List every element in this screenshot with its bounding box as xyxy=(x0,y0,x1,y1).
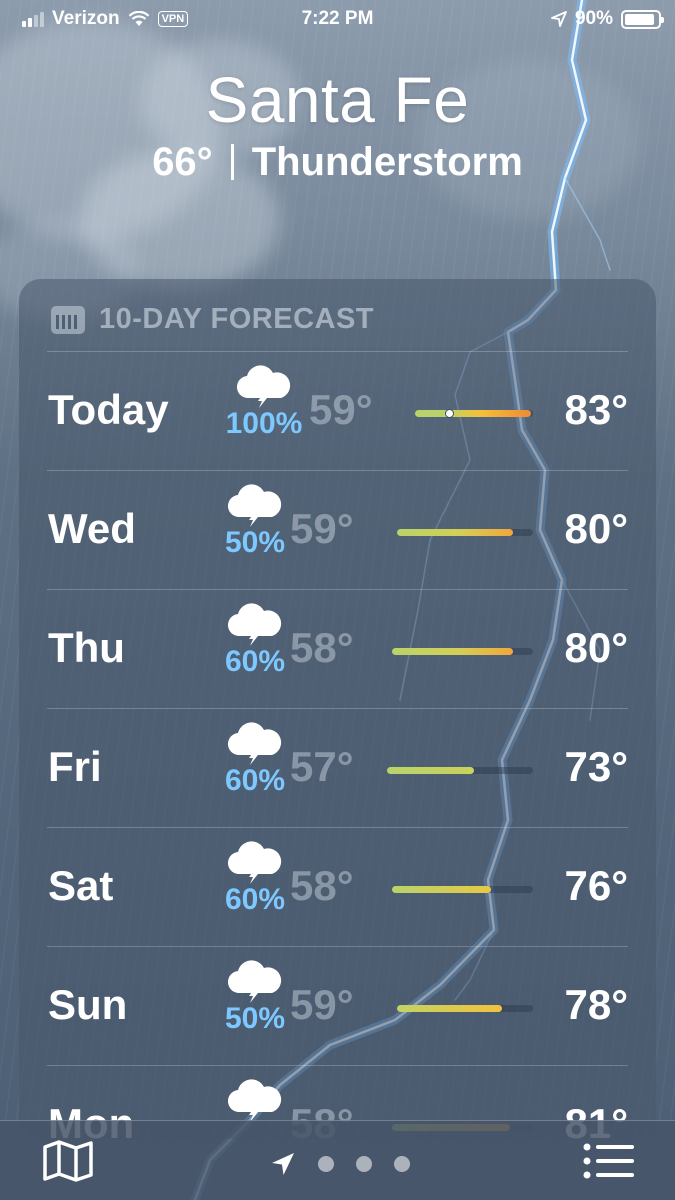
cloud-bolt-icon xyxy=(227,484,282,527)
day-label: Thu xyxy=(48,624,125,671)
cloud-bolt-icon xyxy=(227,722,282,765)
current-conditions: 66° Thunderstorm xyxy=(0,138,675,186)
temp-range-fill xyxy=(392,648,513,655)
forecast-row[interactable]: Thu 60% 58° 80° xyxy=(47,589,628,708)
separator xyxy=(230,144,234,180)
page-dot[interactable] xyxy=(356,1156,372,1172)
low-temp: 59° xyxy=(290,505,354,552)
low-temp: 58° xyxy=(290,624,354,671)
temp-range-bar xyxy=(397,529,533,536)
calendar-icon xyxy=(51,305,85,334)
location-arrow-icon[interactable] xyxy=(270,1151,296,1177)
day-label: Sat xyxy=(48,862,114,909)
current-condition: Thunderstorm xyxy=(251,140,523,184)
high-temp: 83° xyxy=(564,386,628,433)
bottom-toolbar xyxy=(0,1120,675,1200)
page-dot[interactable] xyxy=(318,1156,334,1172)
day-label: Fri xyxy=(48,743,102,790)
cloud-bolt-icon xyxy=(227,841,282,884)
status-bar: Verizon VPN 7:22 PM 90% xyxy=(0,0,675,40)
cloud-bolt-icon xyxy=(227,603,282,646)
day-label: Today xyxy=(48,386,169,433)
high-temp: 80° xyxy=(564,505,628,552)
city-name: Santa Fe xyxy=(205,64,470,136)
page-dot[interactable] xyxy=(394,1156,410,1172)
forecast-row[interactable]: Sat 60% 58° 76° xyxy=(47,827,628,946)
low-temp: 58° xyxy=(290,862,354,909)
current-temp-dot xyxy=(445,409,454,418)
temp-range-bar xyxy=(392,886,533,893)
forecast-title: 10-DAY FORECAST xyxy=(99,303,375,335)
day-label: Sun xyxy=(48,981,128,1028)
low-temp: 57° xyxy=(290,743,354,790)
temp-range-bar xyxy=(392,648,533,655)
low-temp: 59° xyxy=(290,981,354,1028)
cloud-bolt-icon xyxy=(236,365,291,408)
page-indicator[interactable] xyxy=(270,1151,410,1177)
weather-cell: 100% xyxy=(214,364,314,440)
temp-range-bar xyxy=(397,1005,533,1012)
temp-range-fill xyxy=(392,886,491,893)
high-temp: 76° xyxy=(564,862,628,909)
forecast-row[interactable]: Fri 60% 57° 73° xyxy=(47,708,628,827)
location-header: Santa Fe 66° Thunderstorm xyxy=(0,62,675,186)
temp-range-fill xyxy=(397,529,513,536)
forecast-row[interactable]: Wed 50% 59° 80° xyxy=(47,470,628,589)
high-temp: 73° xyxy=(564,743,628,790)
temp-range-fill xyxy=(387,767,474,774)
battery-icon xyxy=(621,9,664,29)
forecast-row[interactable]: Today 100% 59° 83° xyxy=(47,351,628,470)
forecast-header: 10-DAY FORECAST xyxy=(51,303,374,336)
day-label: Wed xyxy=(48,505,136,552)
temp-range-fill xyxy=(415,410,531,417)
map-icon[interactable] xyxy=(42,1139,94,1183)
cloud-bolt-icon xyxy=(227,960,282,1003)
cloud-bolt-icon xyxy=(227,1079,282,1122)
temp-range-bar xyxy=(415,409,533,418)
list-icon[interactable] xyxy=(583,1143,635,1179)
temp-range-bar xyxy=(387,767,533,774)
precip-chance: 100% xyxy=(225,407,303,440)
low-temp: 59° xyxy=(309,386,373,433)
forecast-row[interactable]: Sun 50% 59° 78° xyxy=(47,946,628,1065)
ten-day-forecast-card[interactable]: 10-DAY FORECAST Today 100% 59° 83° Wed 50% 59°… xyxy=(19,279,656,1139)
battery-percent: 90% xyxy=(574,8,613,29)
current-temperature: 66° xyxy=(152,140,213,184)
temp-range-fill xyxy=(397,1005,502,1012)
high-temp: 78° xyxy=(564,981,628,1028)
high-temp: 80° xyxy=(564,624,628,671)
location-services-icon xyxy=(551,11,567,27)
